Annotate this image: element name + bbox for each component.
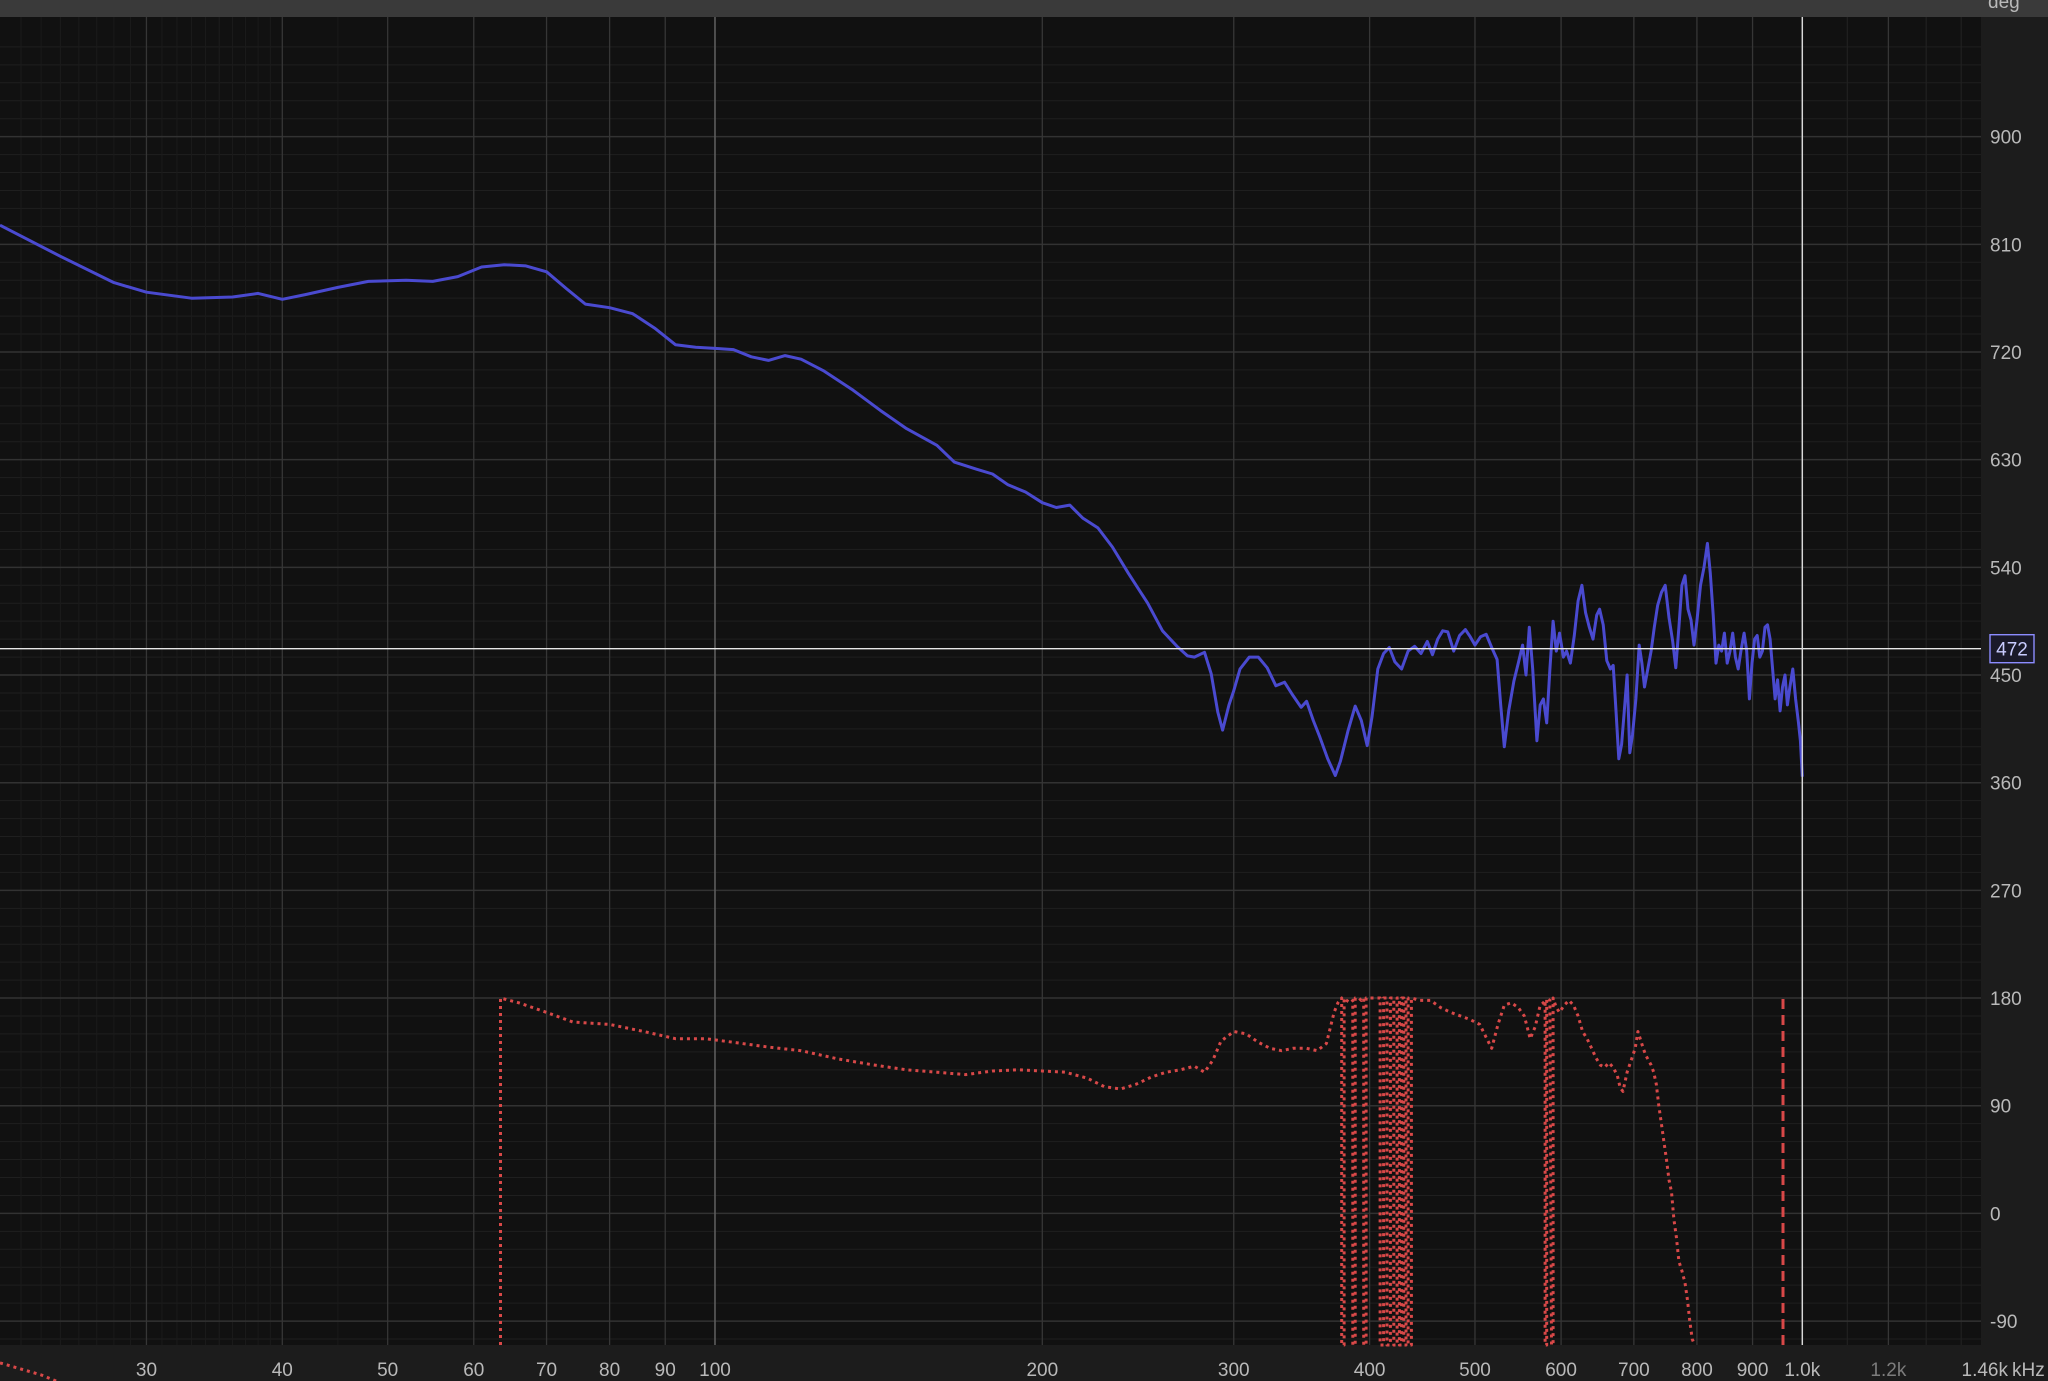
x-tick-label: 50 (377, 1360, 398, 1381)
x-tick-label: 300 (1218, 1360, 1250, 1381)
x-tick-label: 900 (1737, 1360, 1769, 1381)
x-tick-label: 80 (599, 1360, 620, 1381)
y-tick-label: 270 (1990, 881, 2022, 902)
x-tick-label: 40 (272, 1360, 293, 1381)
phase-plot[interactable]: 472 900810720630540450360270180900-90 30… (0, 0, 2048, 1381)
y-tick-label: 630 (1990, 451, 2022, 472)
x-axis-unit: kHz (2012, 1360, 2045, 1381)
x-tick-label: 600 (1545, 1360, 1577, 1381)
x-tick-label: 60 (463, 1360, 484, 1381)
y-tick-label: 360 (1990, 774, 2022, 795)
y-tick-label: 180 (1990, 989, 2022, 1010)
x-tick-label: 800 (1681, 1360, 1713, 1381)
phase-analyzer-window: 472 900 810 720 630 540 450 360 270 180 90 0 -90 30… (0, 0, 2048, 1381)
y-tick-label: 540 (1990, 558, 2022, 579)
y-tick-label: 720 (1990, 343, 2022, 364)
x-tick-label: 700 (1618, 1360, 1650, 1381)
x-tick-label: 1.0k (1784, 1360, 1820, 1381)
plot-area-background (0, 17, 1981, 1345)
y-tick-label: 900 (1990, 128, 2022, 149)
x-tick-label: 1.2k (1870, 1360, 1906, 1381)
x-tick-label: 1.46k (1962, 1360, 2009, 1381)
x-tick-label: 500 (1459, 1360, 1491, 1381)
cursor-value-label: 472 (1996, 640, 2028, 661)
x-tick-label: 70 (536, 1360, 557, 1381)
right-axis-background (1981, 17, 2048, 1381)
y-tick-label: 450 (1990, 666, 2022, 687)
x-tick-label: 30 (136, 1360, 157, 1381)
x-tick-label: 400 (1354, 1360, 1386, 1381)
x-tick-label: 200 (1026, 1360, 1058, 1381)
y-tick-label: -90 (1990, 1312, 2017, 1333)
y-tick-label: 810 (1990, 235, 2022, 256)
y-axis-unit: deg (1988, 0, 2020, 13)
x-tick-label: 90 (655, 1360, 676, 1381)
y-tick-label: 0 (1990, 1204, 2001, 1225)
x-tick-label: 100 (699, 1360, 731, 1381)
y-tick-label: 90 (1990, 1097, 2011, 1118)
